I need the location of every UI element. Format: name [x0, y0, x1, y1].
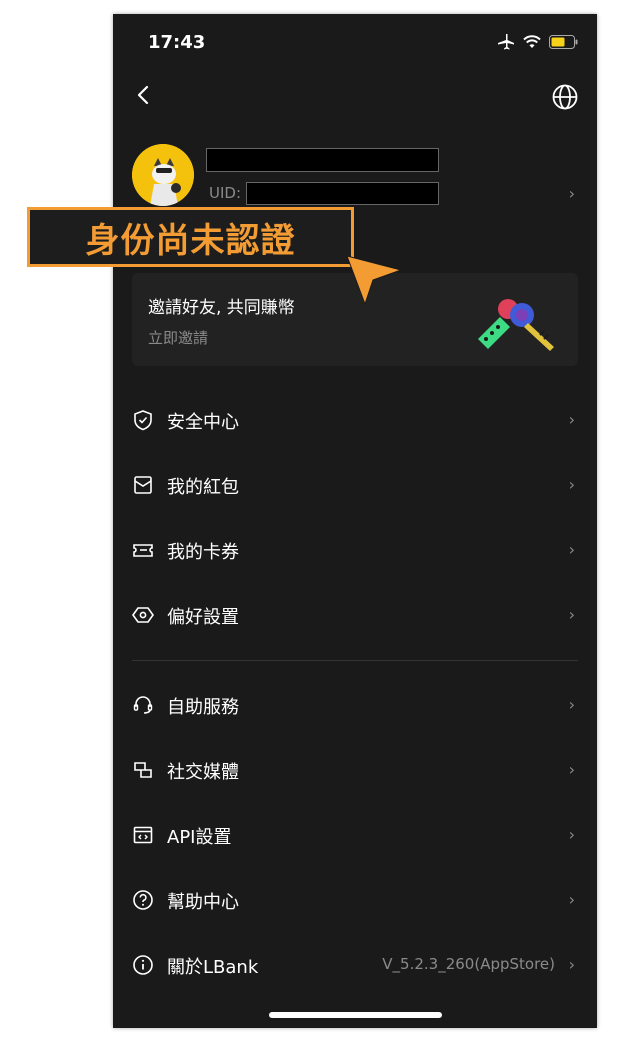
help-icon: [133, 890, 153, 910]
preferences-icon: [132, 607, 154, 623]
airplane-icon: [498, 34, 514, 50]
back-icon[interactable]: [133, 84, 155, 106]
chevron-right-icon[interactable]: ›: [569, 184, 575, 203]
social-media-icon: [134, 762, 152, 778]
menu-item-coupons[interactable]: 我的卡券 ›: [113, 530, 597, 570]
menu-item-security-center[interactable]: 安全中心 ›: [113, 400, 597, 440]
keys-illustration-icon: [478, 299, 554, 351]
menu-item-help-center[interactable]: 幫助中心 ›: [113, 880, 597, 920]
menu-label: 自助服務: [167, 697, 239, 718]
menu-item-social-media[interactable]: 社交媒體 ›: [113, 750, 597, 790]
menu-label: API設置: [167, 827, 232, 848]
section-divider: [132, 660, 578, 661]
menu-label: 幫助中心: [167, 892, 239, 913]
menu-label: 偏好設置: [167, 607, 239, 628]
cat-avatar-icon: [132, 144, 194, 206]
menu-item-about[interactable]: 關於LBank V_5.2.3_260(AppStore) ›: [113, 945, 597, 985]
globe-icon[interactable]: [551, 83, 579, 111]
headset-icon: [133, 696, 153, 714]
menu-label: 我的紅包: [167, 477, 239, 498]
status-icons: [497, 34, 579, 50]
wifi-icon: [523, 35, 541, 48]
battery-icon: [549, 35, 578, 49]
cursor-arrow-icon: [346, 255, 403, 306]
chevron-right-icon: ›: [568, 695, 575, 714]
menu-label: 關於LBank: [167, 957, 259, 978]
phone-screen: 17:43 UID: › 邀請好友, 共同賺幣 立即邀請 安全中心 › 我的紅包…: [113, 14, 597, 1028]
info-icon: [133, 955, 153, 975]
shield-icon: [134, 410, 152, 431]
chevron-right-icon: ›: [568, 475, 575, 494]
invite-link[interactable]: 立即邀請: [148, 327, 208, 348]
menu-item-preferences[interactable]: 偏好設置 ›: [113, 595, 597, 635]
menu-label: 社交媒體: [167, 762, 239, 783]
red-envelope-icon: [134, 476, 152, 494]
chevron-right-icon: ›: [568, 955, 575, 974]
username-redacted: [206, 148, 439, 172]
annotation-text: 身份尚未認證: [85, 220, 296, 261]
status-time: 17:43: [148, 32, 206, 53]
api-icon: [133, 826, 153, 844]
invite-title: 邀請好友, 共同賺幣: [148, 298, 295, 318]
menu-item-self-service[interactable]: 自助服務 ›: [113, 685, 597, 725]
chevron-right-icon: ›: [568, 890, 575, 909]
menu-item-api-settings[interactable]: API設置 ›: [113, 815, 597, 855]
chevron-right-icon: ›: [568, 825, 575, 844]
avatar[interactable]: [132, 144, 194, 206]
annotation-callout: 身份尚未認證: [27, 207, 354, 267]
home-indicator: [269, 1012, 442, 1018]
chevron-right-icon: ›: [568, 410, 575, 429]
menu-label: 我的卡券: [167, 542, 239, 563]
ticket-icon: [133, 544, 153, 557]
chevron-right-icon: ›: [568, 760, 575, 779]
app-version: V_5.2.3_260(AppStore): [382, 955, 555, 973]
chevron-right-icon: ›: [568, 605, 575, 624]
menu-label: 安全中心: [167, 412, 239, 433]
uid-redacted: [246, 182, 439, 205]
menu-item-red-envelope[interactable]: 我的紅包 ›: [113, 465, 597, 505]
uid-label: UID:: [209, 184, 242, 202]
chevron-right-icon: ›: [568, 540, 575, 559]
